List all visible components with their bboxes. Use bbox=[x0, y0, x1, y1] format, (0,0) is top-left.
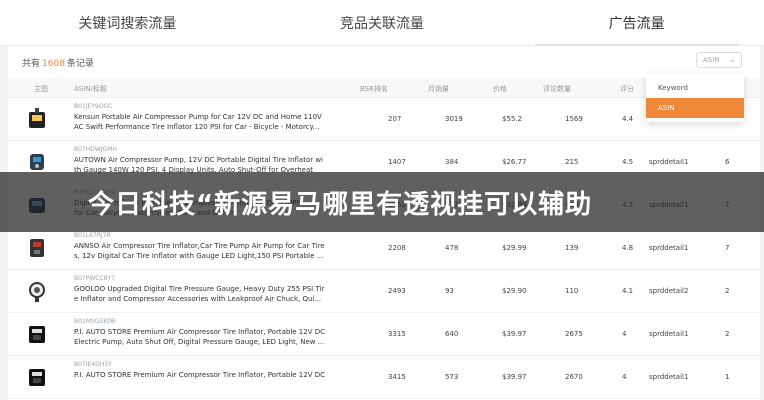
bsr-value: 207 bbox=[388, 115, 402, 123]
source-value: sprddetail1 bbox=[649, 244, 689, 252]
price-value: $29.99 bbox=[502, 244, 527, 252]
sales-value: 384 bbox=[445, 158, 459, 166]
asin-link[interactable]: B07HDWJGMH bbox=[74, 146, 117, 153]
col-asin-title: ASIN/标题 bbox=[74, 85, 107, 93]
col-price[interactable]: 价格 bbox=[493, 84, 507, 94]
product-title-cont: Electric Pump, Auto Shut Off, Digital Pr… bbox=[74, 338, 325, 346]
table-row[interactable]: B07IE4DH1Y P.I. AUTO STORE Premium Air Co… bbox=[8, 356, 760, 399]
type-dropdown: Keyword ASIN bbox=[646, 74, 744, 122]
col-bsr[interactable]: BSR排名 bbox=[360, 84, 388, 94]
asin-link[interactable]: B01L67RJ7R bbox=[74, 232, 111, 239]
product-title-cont: s, 12v Digital Car Tire Inflator with Ga… bbox=[74, 252, 324, 260]
reviews-value: 1569 bbox=[565, 115, 583, 123]
reviews-value: 139 bbox=[565, 244, 579, 252]
sales-value: 640 bbox=[445, 330, 459, 338]
tab-ad-traffic[interactable]: 广告流量 bbox=[509, 0, 764, 46]
rank-value: 1 bbox=[725, 373, 730, 381]
source-value: sprddetail1 bbox=[649, 158, 689, 166]
rank-value: 6 bbox=[725, 158, 730, 166]
product-title: P.I. AUTO STORE Premium Air Compressor T… bbox=[74, 371, 325, 379]
product-title: Kensun Portable Air Compressor Pump for … bbox=[74, 113, 322, 121]
price-value: $55.2 bbox=[502, 115, 523, 123]
record-count-value: 1608 bbox=[42, 59, 65, 69]
dropdown-option-keyword[interactable]: Keyword bbox=[646, 78, 744, 98]
record-count: 共有 1608 条记录 bbox=[22, 59, 94, 69]
price-value: $39.97 bbox=[502, 373, 527, 381]
table-row[interactable]: B01L67RJ7R ANNSO Air Compressor Tire Infl… bbox=[8, 227, 760, 270]
sales-value: 573 bbox=[445, 373, 459, 381]
price-value: $39.97 bbox=[502, 330, 527, 338]
col-sales[interactable]: 月销量 bbox=[428, 84, 449, 94]
col-reviews[interactable]: 评论数量 bbox=[543, 84, 571, 94]
source-value: sprddetail2 bbox=[649, 287, 689, 295]
product-image[interactable] bbox=[26, 364, 48, 390]
product-image[interactable] bbox=[26, 278, 48, 304]
rank-value: 2 bbox=[725, 330, 730, 338]
table-row[interactable]: B07PWCC8Y7 GOOLOO Upgraded Digital Tire P… bbox=[8, 270, 760, 313]
price-value: $29.90 bbox=[502, 287, 527, 295]
reviews-value: 110 bbox=[565, 287, 579, 295]
product-title: AUTOWN Air Compressor Pump, 12V DC Porta… bbox=[74, 156, 324, 164]
table-row[interactable]: B01MSGSK0B P.I. AUTO STORE Premium Air Co… bbox=[8, 313, 760, 356]
type-select[interactable]: ASIN ⌄ bbox=[696, 52, 742, 68]
product-image[interactable] bbox=[26, 235, 48, 261]
tab-keyword-search-traffic[interactable]: 关键词搜索流量 bbox=[0, 0, 255, 45]
overlay-banner: 今日科技“新源易马哪里有透视挂可以辅助 bbox=[0, 172, 764, 232]
asin-link[interactable]: B01MSGSK0B bbox=[74, 318, 115, 325]
reviews-value: 215 bbox=[565, 158, 579, 166]
rank-value: 2 bbox=[725, 287, 730, 295]
sales-value: 478 bbox=[445, 244, 459, 252]
chevron-down-icon: ⌄ bbox=[729, 55, 736, 64]
bsr-value: 2493 bbox=[388, 287, 406, 295]
source-value: sprddetail1 bbox=[649, 373, 689, 381]
col-image: 主图 bbox=[34, 85, 48, 93]
col-rating[interactable]: 评分 bbox=[620, 84, 634, 94]
sales-value: 93 bbox=[445, 287, 454, 295]
asin-link[interactable]: B01JEY9OGC bbox=[74, 103, 112, 110]
product-title: GOOLOO Upgraded Digital Tire Pressure Ga… bbox=[74, 285, 325, 293]
rank-value: 7 bbox=[725, 244, 730, 252]
product-image[interactable] bbox=[26, 321, 48, 347]
rating-value: 4.8 bbox=[622, 244, 634, 252]
tab-bar: 关键词搜索流量 竞品关联流量 广告流量 bbox=[0, 0, 764, 46]
reviews-value: 2670 bbox=[565, 373, 583, 381]
product-title: ANNSO Air Compressor Tire Inflator,Car T… bbox=[74, 242, 325, 250]
rating-value: 4.1 bbox=[622, 287, 634, 295]
rating-value: 4.4 bbox=[622, 115, 634, 123]
bsr-value: 3315 bbox=[388, 330, 406, 338]
tab-competitor-traffic[interactable]: 竞品关联流量 bbox=[255, 0, 510, 45]
product-image[interactable] bbox=[26, 106, 48, 132]
asin-link[interactable]: B07IE4DH1Y bbox=[74, 361, 112, 368]
asin-link[interactable]: B07PWCC8Y7 bbox=[74, 275, 115, 282]
sales-value: 3019 bbox=[445, 115, 463, 123]
reviews-value: 2675 bbox=[565, 330, 583, 338]
banner-text: 今日科技“新源易马哪里有透视挂可以辅助 bbox=[88, 189, 593, 220]
bsr-value: 3415 bbox=[388, 373, 406, 381]
bsr-value: 2208 bbox=[388, 244, 406, 252]
product-title-cont: AC Swift Performance Tire Inflator 120 P… bbox=[74, 123, 320, 131]
bsr-value: 1407 bbox=[388, 158, 406, 166]
price-value: $26.77 bbox=[502, 158, 527, 166]
dropdown-option-asin[interactable]: ASIN bbox=[646, 98, 744, 118]
rating-value: 4.5 bbox=[622, 158, 634, 166]
product-title: P.I. AUTO STORE Premium Air Compressor T… bbox=[74, 328, 325, 336]
product-title-cont: e Inflator and Compressor Accessories wi… bbox=[74, 295, 322, 303]
rating-value: 4 bbox=[622, 373, 627, 381]
source-value: sprddetail1 bbox=[649, 330, 689, 338]
rating-value: 4 bbox=[622, 330, 627, 338]
